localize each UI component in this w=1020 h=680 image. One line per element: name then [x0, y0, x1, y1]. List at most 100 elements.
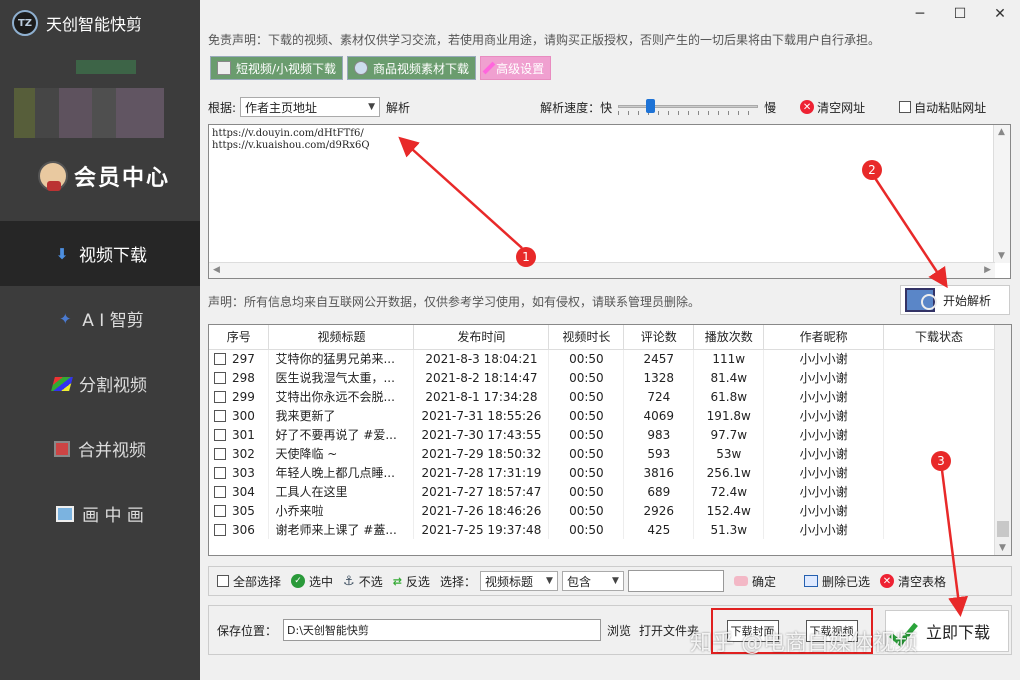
table-row[interactable]: 302 天使降临 ~2021-7-29 18:50:32 00:50 593 53w 小小…	[209, 444, 995, 463]
auto-paste-checkbox[interactable]: 自动粘贴网址	[899, 99, 986, 116]
sidebar-item-ai-edit[interactable]: ✦ A I 智剪	[0, 286, 200, 351]
scroll-down-icon[interactable]: ▼	[999, 543, 1006, 553]
app-logo: TZ	[12, 10, 38, 36]
button-label: 短视频/小视频下载	[236, 61, 337, 76]
row-checkbox[interactable]	[214, 448, 226, 460]
column-header[interactable]: 播放次数	[693, 325, 765, 350]
table-row[interactable]: 298 医生说我湿气太重，... 2021-8-2 18:14:47 00:50 132…	[209, 368, 995, 387]
sidebar-item-picture-in-picture[interactable]: 画 中 画	[0, 481, 200, 546]
cell-comments: 3816	[623, 463, 695, 482]
clear-table-button[interactable]: ✕ 清空表格	[879, 573, 946, 590]
cell-duration: 00:50	[548, 425, 625, 444]
cell-publish-time: 2021-8-1 17:34:28	[413, 387, 550, 406]
invert-selection-button[interactable]: ⇄ 反选	[393, 573, 430, 590]
checkbox-box[interactable]	[217, 575, 229, 587]
clear-url-button[interactable]: ✕ 清空网址	[800, 99, 865, 116]
save-path-input[interactable]: D:\天创智能快剪	[283, 619, 602, 641]
cell-comments: 2926	[623, 501, 695, 520]
row-checkbox[interactable]	[214, 486, 226, 498]
sidebar-item-label: A I 智剪	[82, 311, 144, 331]
row-checkbox[interactable]	[214, 429, 226, 441]
table-body: 297 艾特你的猛男兄弟来... 2021-8-3 18:04:21 00:50 245…	[209, 349, 995, 539]
button-label: 不选	[358, 574, 383, 589]
table-scrollbar[interactable]: ▼	[994, 325, 1011, 555]
parse-speed-label: 解析速度：快	[540, 100, 613, 115]
close-icon[interactable]: ✕	[992, 6, 1008, 22]
advanced-settings-button[interactable]: 高级设置	[480, 56, 552, 80]
maximize-icon[interactable]: ☐	[952, 6, 968, 22]
table-row[interactable]: 306 谢老师来上课了 #蓋... 2021-7-25 19:37:48 00:50 4…	[209, 520, 995, 539]
start-parse-button[interactable]: 开始解析	[900, 285, 1010, 315]
table-row[interactable]: 303 年轻人晚上都几点睡... 2021-7-28 17:31:19 00:50 38…	[209, 463, 995, 482]
table-row[interactable]: 301 好了不要再说了 #爱... 2021-7-30 17:43:55 00:50 9…	[209, 425, 995, 444]
button-label: 选中	[309, 574, 334, 589]
magnifier-icon	[905, 288, 937, 312]
horizontal-scrollbar[interactable]: ◀ ▶	[209, 262, 995, 278]
row-seq: 298	[232, 370, 255, 385]
row-checkbox[interactable]	[214, 524, 226, 536]
button-label: 删除已选	[821, 574, 870, 589]
column-header[interactable]: 下载状态	[883, 325, 995, 350]
row-checkbox[interactable]	[214, 467, 226, 479]
browse-button[interactable]: 浏览	[607, 622, 631, 639]
minimize-icon[interactable]: ─	[912, 6, 928, 22]
table-row[interactable]: 304 工具人在这里 2021-7-27 18:57:47 00:50 689 72.4w…	[209, 482, 995, 501]
sidebar-item-split-video[interactable]: 分割视频	[0, 351, 200, 416]
confirm-button[interactable]: 确定	[733, 573, 776, 590]
row-checkbox[interactable]	[214, 391, 226, 403]
cell-title: 艾特出你永远不会脱...	[268, 387, 415, 406]
sidebar-item-merge-video[interactable]: 合并视频	[0, 416, 200, 481]
column-header[interactable]: 评论数	[623, 325, 695, 350]
column-header[interactable]: 作者昵称	[763, 325, 885, 350]
row-seq-cell: 305	[209, 501, 270, 520]
filter-field-select[interactable]: 视频标题 ▼	[479, 571, 558, 591]
scroll-right-icon[interactable]: ▶	[984, 265, 991, 275]
unselect-button[interactable]: ⚓ 不选	[343, 573, 383, 590]
column-header[interactable]: 序号	[209, 325, 270, 350]
blurred-user-info	[76, 60, 136, 74]
row-seq-cell: 303	[209, 463, 270, 482]
row-checkbox[interactable]	[214, 505, 226, 517]
member-center-button[interactable]: 会员中心	[38, 160, 170, 192]
slider-thumb[interactable]	[646, 99, 656, 113]
url-textarea[interactable]: https://v.douyin.com/dHtFTf6/ https://v.…	[208, 124, 1011, 279]
basis-select[interactable]: 作者主页地址 ▼	[240, 97, 381, 117]
scroll-left-icon[interactable]: ◀	[213, 265, 220, 275]
filter-keyword-input[interactable]	[627, 570, 724, 592]
sidebar-item-label: 合并视频	[78, 441, 146, 461]
row-checkbox[interactable]	[214, 353, 226, 366]
scroll-thumb[interactable]	[997, 521, 1009, 537]
row-seq: 302	[232, 446, 255, 461]
sidebar-item-label: 视频下载	[79, 246, 147, 266]
short-video-download-button[interactable]: 短视频/小视频下载	[210, 56, 344, 80]
row-checkbox[interactable]	[214, 372, 226, 384]
cell-title: 小乔来啦	[268, 501, 415, 520]
filter-match-select[interactable]: 包含 ▼	[561, 571, 624, 591]
scroll-up-icon[interactable]: ▲	[998, 127, 1005, 137]
column-header[interactable]: 发布时间	[413, 325, 550, 350]
table-row[interactable]: 297 艾特你的猛男兄弟来... 2021-8-3 18:04:21 00:50 245…	[209, 349, 995, 368]
table-row[interactable]: 300 我来更新了 2021-7-31 18:55:26 00:50 4069 191.8…	[209, 406, 995, 425]
cell-publish-time: 2021-8-3 18:04:21	[413, 349, 550, 368]
cell-plays: 51.3w	[693, 520, 765, 539]
goods-video-download-button[interactable]: 商品视频素材下载	[347, 56, 477, 80]
cell-plays: 256.1w	[693, 463, 765, 482]
checkbox-box[interactable]	[899, 101, 912, 113]
delete-selected-button[interactable]: 删除已选	[803, 573, 870, 590]
blurred-user-avatar	[14, 88, 164, 138]
table-row[interactable]: 299 艾特出你永远不会脱... 2021-8-1 17:34:28 00:50 724…	[209, 387, 995, 406]
download-arrow-icon: ⬇	[55, 244, 69, 263]
filter-match-value: 包含	[566, 574, 591, 589]
scroll-down-icon[interactable]: ▼	[998, 251, 1005, 261]
row-checkbox[interactable]	[214, 410, 226, 422]
select-all-checkbox[interactable]: 全部选择	[217, 573, 281, 590]
sidebar-item-video-download[interactable]: ⬇ 视频下载	[0, 221, 200, 286]
select-button[interactable]: ✓ 选中	[291, 573, 333, 590]
parse-speed-slider[interactable]	[618, 97, 759, 117]
column-header[interactable]: 视频标题	[268, 325, 415, 350]
cell-plays: 97.7w	[693, 425, 765, 444]
table-row[interactable]: 305 小乔来啦 2021-7-26 18:46:26 00:50 2926 152.4w…	[209, 501, 995, 520]
vertical-scrollbar[interactable]: ▲ ▼	[993, 125, 1010, 263]
column-header[interactable]: 视频时长	[548, 325, 625, 350]
member-center-label: 会员中心	[74, 165, 171, 191]
